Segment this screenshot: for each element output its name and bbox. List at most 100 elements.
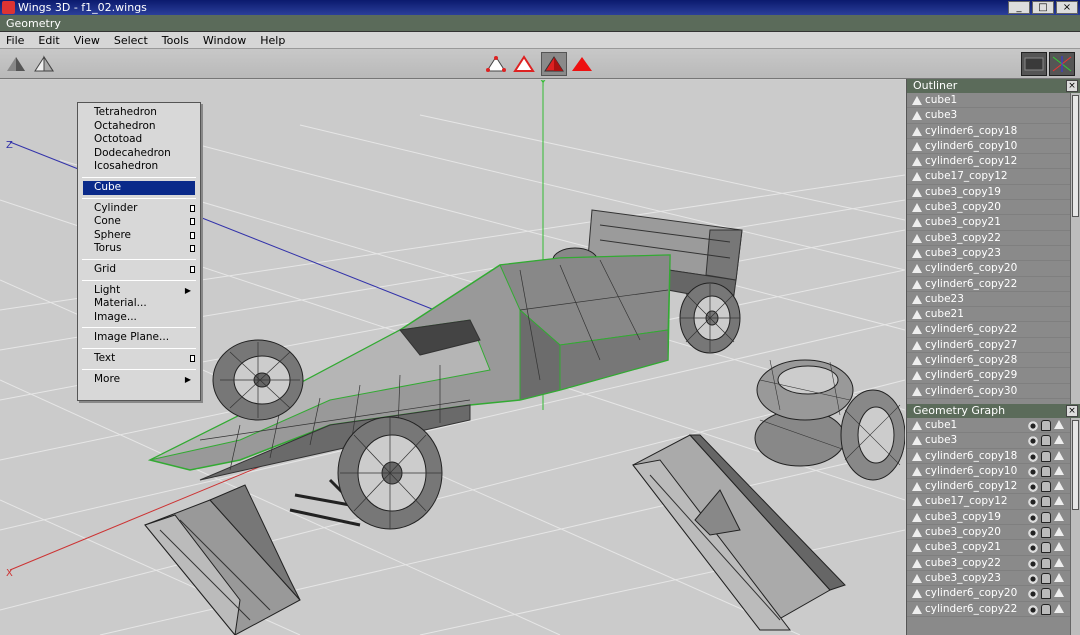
outliner-row[interactable]: cylinder6_copy22 bbox=[907, 322, 1080, 338]
lock-icon[interactable] bbox=[1041, 542, 1051, 554]
geometry-graph-row[interactable]: cylinder6_copy20 bbox=[907, 586, 1080, 602]
wireframe-toggle-icon[interactable] bbox=[1054, 511, 1064, 521]
scrollbar-thumb[interactable] bbox=[1072, 420, 1079, 510]
outliner-row[interactable]: cube3_copy19 bbox=[907, 185, 1080, 201]
outliner-scrollbar[interactable] bbox=[1070, 93, 1080, 404]
visibility-eye-icon[interactable] bbox=[1028, 603, 1038, 615]
axes-icon[interactable] bbox=[1049, 52, 1075, 76]
lock-icon[interactable] bbox=[1041, 496, 1051, 508]
geometry-graph-row[interactable]: cylinder6_copy18 bbox=[907, 449, 1080, 464]
maximize-button[interactable]: □ bbox=[1032, 1, 1054, 14]
geometry-graph-row[interactable]: cylinder6_copy12 bbox=[907, 479, 1080, 495]
outliner-row[interactable]: cube3_copy21 bbox=[907, 215, 1080, 231]
wireframe-toggle-icon[interactable] bbox=[1054, 527, 1064, 537]
close-icon[interactable]: × bbox=[1066, 80, 1078, 92]
wireframe-toggle-icon[interactable] bbox=[1054, 496, 1064, 506]
close-button[interactable]: × bbox=[1056, 1, 1078, 14]
menu-item-more[interactable]: More ▶ bbox=[78, 373, 200, 387]
option-box-icon[interactable] bbox=[190, 245, 195, 253]
lock-icon[interactable] bbox=[1041, 588, 1051, 600]
menu-item-octotoad[interactable]: Octotoad bbox=[78, 133, 200, 147]
menu-item-octahedron[interactable]: Octahedron bbox=[78, 120, 200, 134]
wireframe-toggle-icon[interactable] bbox=[1054, 572, 1064, 582]
wireframe-toggle-icon[interactable] bbox=[1054, 588, 1064, 598]
lock-icon[interactable] bbox=[1041, 450, 1051, 462]
menu-window[interactable]: Window bbox=[197, 32, 254, 48]
outliner-row[interactable]: cube3_copy22 bbox=[907, 231, 1080, 246]
visibility-eye-icon[interactable] bbox=[1028, 465, 1038, 477]
groundplane-icon[interactable] bbox=[1021, 52, 1047, 76]
outliner-row[interactable]: cube17_copy12 bbox=[907, 169, 1080, 185]
outliner-row[interactable]: cylinder6_copy28 bbox=[907, 353, 1080, 369]
wireframe-toggle-icon[interactable] bbox=[1054, 435, 1064, 445]
geometry-graph-row[interactable]: cylinder6_copy22 bbox=[907, 602, 1080, 617]
geometry-graph-row[interactable]: cube3_copy22 bbox=[907, 556, 1080, 571]
lock-icon[interactable] bbox=[1041, 557, 1051, 569]
menu-item-grid[interactable]: Grid bbox=[78, 263, 200, 277]
outliner-row[interactable]: cube21 bbox=[907, 307, 1080, 323]
lock-icon[interactable] bbox=[1041, 481, 1051, 493]
outliner-row[interactable]: cylinder6_copy20 bbox=[907, 261, 1080, 277]
visibility-eye-icon[interactable] bbox=[1028, 496, 1038, 508]
geometry-graph-row[interactable]: cube17_copy12 bbox=[907, 494, 1080, 510]
visibility-eye-icon[interactable] bbox=[1028, 542, 1038, 554]
geometry-graph-row[interactable]: cube3_copy20 bbox=[907, 525, 1080, 541]
geometry-graph-row[interactable]: cube3 bbox=[907, 433, 1080, 449]
menu-item-image[interactable]: Image... bbox=[78, 311, 200, 325]
visibility-eye-icon[interactable] bbox=[1028, 557, 1038, 569]
wireframe-toggle-icon[interactable] bbox=[1054, 481, 1064, 491]
wireframe-toggle-icon[interactable] bbox=[1054, 542, 1064, 552]
visibility-eye-icon[interactable] bbox=[1028, 511, 1038, 523]
menu-item-text[interactable]: Text bbox=[78, 352, 200, 366]
menu-item-icosahedron[interactable]: Icosahedron bbox=[78, 160, 200, 174]
visibility-eye-icon[interactable] bbox=[1028, 420, 1038, 431]
wireframe-toggle-icon[interactable] bbox=[1054, 420, 1064, 429]
outliner-row[interactable]: cylinder6_copy18 bbox=[907, 124, 1080, 139]
menu-view[interactable]: View bbox=[68, 32, 108, 48]
geometry-graph-row[interactable]: cube3_copy19 bbox=[907, 510, 1080, 526]
menu-file[interactable]: File bbox=[0, 32, 32, 48]
wireframe-icon[interactable] bbox=[31, 52, 57, 76]
option-box-icon[interactable] bbox=[190, 218, 195, 226]
outliner-row[interactable]: cube23 bbox=[907, 292, 1080, 308]
menu-item-cylinder[interactable]: Cylinder bbox=[78, 202, 200, 216]
geometry-graph-row[interactable]: cube3_copy23 bbox=[907, 571, 1080, 587]
close-icon[interactable]: × bbox=[1066, 405, 1078, 417]
smooth-shaded-icon[interactable] bbox=[3, 52, 29, 76]
menu-item-cube[interactable]: Cube bbox=[83, 180, 195, 195]
menu-item-image-plane[interactable]: Image Plane... bbox=[78, 331, 200, 345]
menu-item-sphere[interactable]: Sphere bbox=[78, 229, 200, 243]
option-box-icon[interactable] bbox=[190, 231, 195, 239]
lock-icon[interactable] bbox=[1041, 465, 1051, 477]
lock-icon[interactable] bbox=[1041, 527, 1051, 539]
scrollbar-thumb[interactable] bbox=[1072, 95, 1079, 217]
wireframe-toggle-icon[interactable] bbox=[1054, 465, 1064, 475]
outliner-row[interactable]: cylinder6_copy10 bbox=[907, 139, 1080, 155]
option-box-icon[interactable] bbox=[190, 265, 195, 273]
menu-help[interactable]: Help bbox=[254, 32, 293, 48]
outliner-row[interactable]: cube3_copy20 bbox=[907, 200, 1080, 216]
minimize-button[interactable]: _ bbox=[1008, 1, 1030, 14]
option-box-icon[interactable] bbox=[190, 354, 195, 362]
lock-icon[interactable] bbox=[1041, 435, 1051, 447]
menu-item-tetrahedron[interactable]: Tetrahedron bbox=[78, 106, 200, 120]
outliner-row[interactable]: cylinder6_copy29 bbox=[907, 368, 1080, 384]
wireframe-toggle-icon[interactable] bbox=[1054, 557, 1064, 567]
wireframe-toggle-icon[interactable] bbox=[1054, 603, 1064, 613]
lock-icon[interactable] bbox=[1041, 420, 1051, 431]
body-select-icon[interactable] bbox=[569, 52, 595, 76]
menu-item-material[interactable]: Material... bbox=[78, 297, 200, 311]
lock-icon[interactable] bbox=[1041, 572, 1051, 584]
menu-select[interactable]: Select bbox=[108, 32, 156, 48]
option-box-icon[interactable] bbox=[190, 204, 195, 212]
visibility-eye-icon[interactable] bbox=[1028, 481, 1038, 493]
visibility-eye-icon[interactable] bbox=[1028, 572, 1038, 584]
outliner-row[interactable]: cylinder6_copy22 bbox=[907, 277, 1080, 292]
visibility-eye-icon[interactable] bbox=[1028, 450, 1038, 462]
geometry-graph-scrollbar[interactable] bbox=[1070, 418, 1080, 635]
visibility-eye-icon[interactable] bbox=[1028, 435, 1038, 447]
outliner-row[interactable]: cylinder6_copy30 bbox=[907, 384, 1080, 399]
outliner-row[interactable]: cylinder6_copy27 bbox=[907, 338, 1080, 354]
wireframe-toggle-icon[interactable] bbox=[1054, 450, 1064, 460]
menu-item-cone[interactable]: Cone bbox=[78, 215, 200, 229]
